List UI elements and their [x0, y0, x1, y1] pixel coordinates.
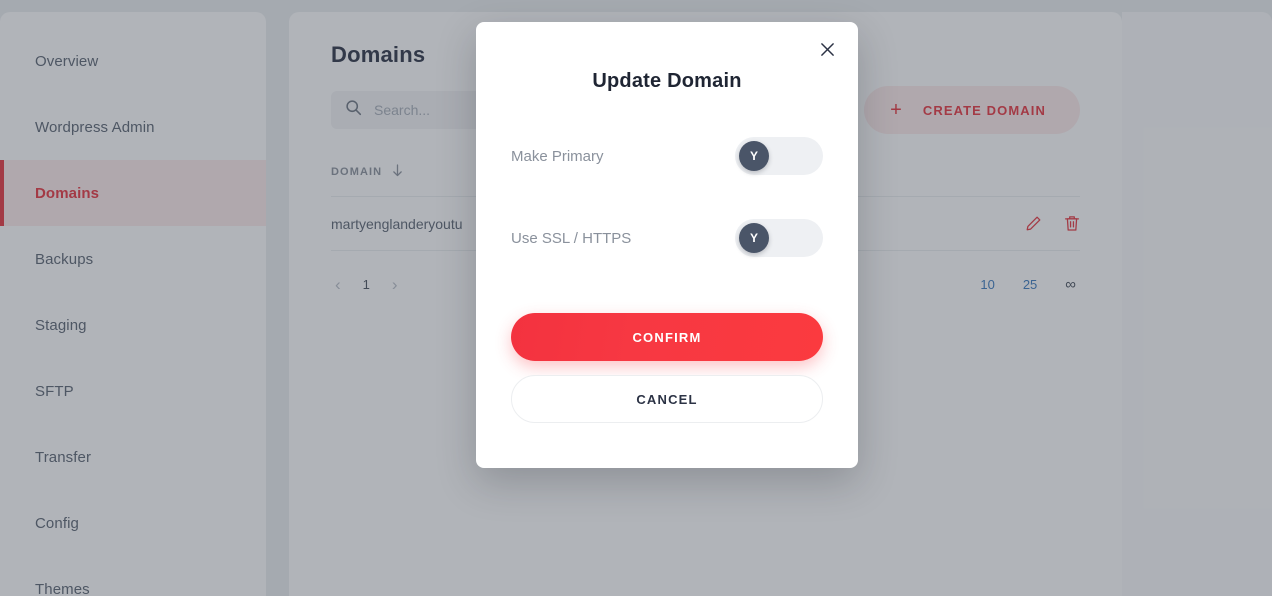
toggle-make-primary[interactable]: Y: [735, 137, 823, 175]
modal-actions: CONFIRM CANCEL: [511, 313, 823, 423]
confirm-button[interactable]: CONFIRM: [511, 313, 823, 361]
cancel-button[interactable]: CANCEL: [511, 375, 823, 423]
field-label-use-ssl: Use SSL / HTTPS: [511, 229, 632, 247]
toggle-use-ssl[interactable]: Y: [735, 219, 823, 257]
app-root: Overview Wordpress Admin Domains Backups…: [0, 0, 1272, 596]
field-make-primary: Make Primary Y: [511, 137, 823, 175]
field-label-make-primary: Make Primary: [511, 147, 604, 165]
update-domain-modal: Update Domain Make Primary Y Use SSL / H…: [476, 22, 858, 468]
toggle-knob: Y: [739, 223, 769, 253]
field-use-ssl: Use SSL / HTTPS Y: [511, 219, 823, 257]
modal-title: Update Domain: [592, 70, 742, 92]
toggle-knob: Y: [739, 141, 769, 171]
close-icon[interactable]: [812, 34, 842, 64]
